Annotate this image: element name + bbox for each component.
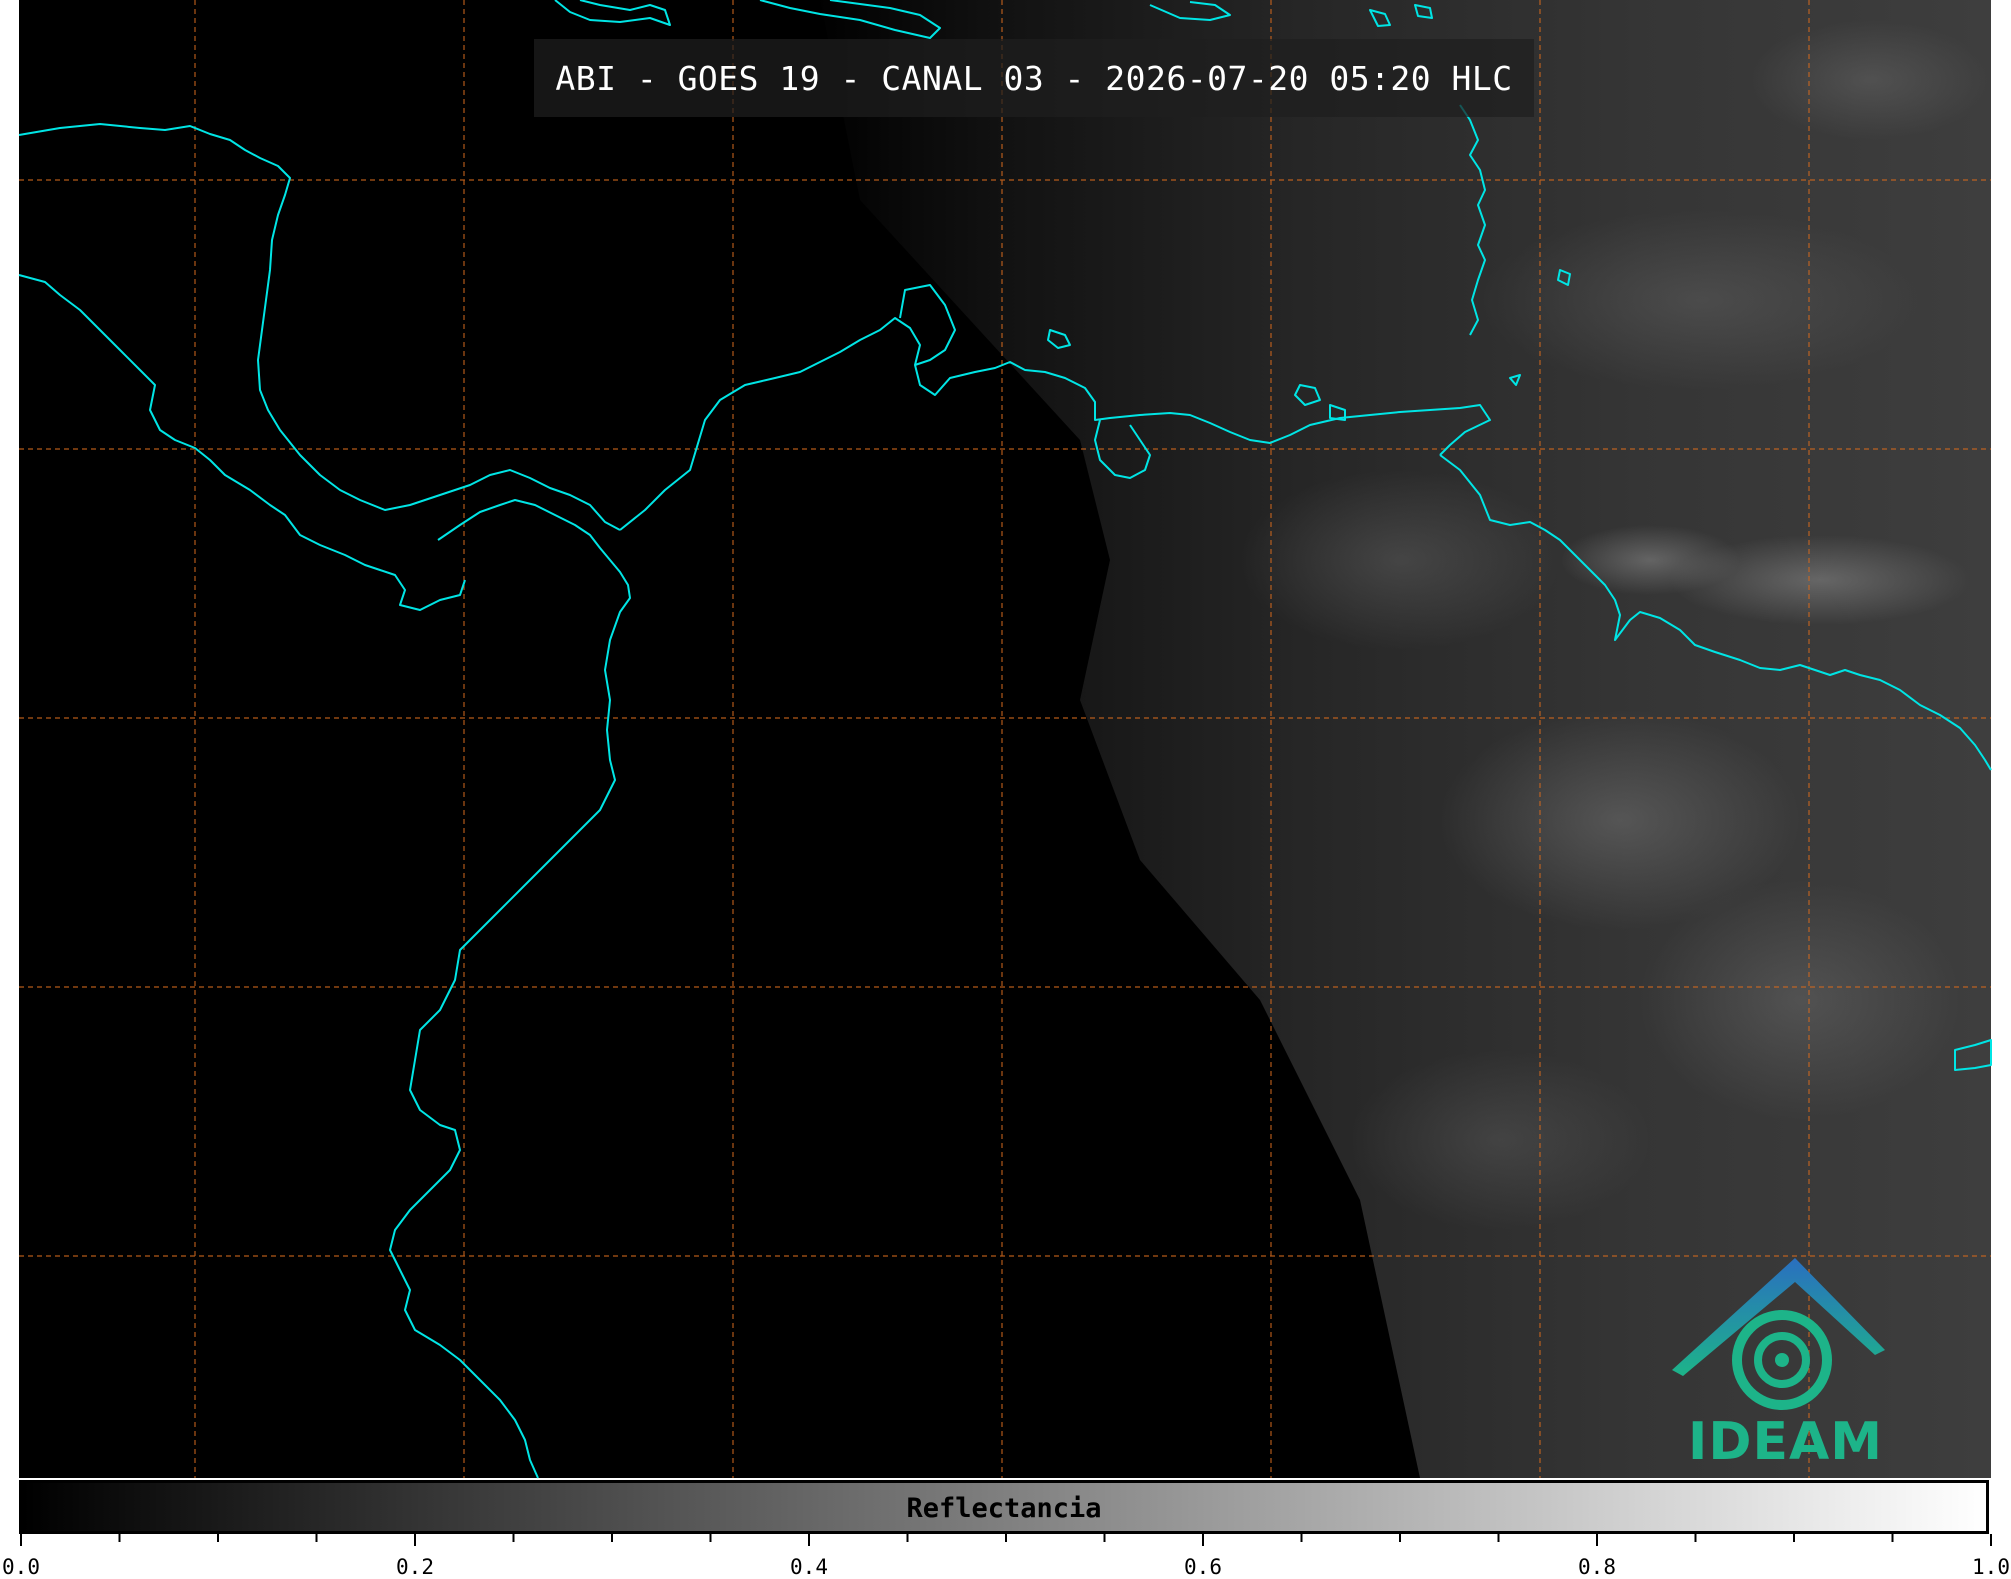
colorbar-tick-label: 0.4 [790,1555,828,1579]
colorbar-tick-label: 0.8 [1578,1555,1616,1579]
colorbar-tick-label: 0.6 [1184,1555,1222,1579]
colorbar-tick-label: 1.0 [1972,1555,2010,1579]
colorbar-tick-label: 0.0 [2,1555,40,1579]
colorbar-tick-label: 0.2 [396,1555,434,1579]
colorbar-ticks [20,1534,1992,1546]
